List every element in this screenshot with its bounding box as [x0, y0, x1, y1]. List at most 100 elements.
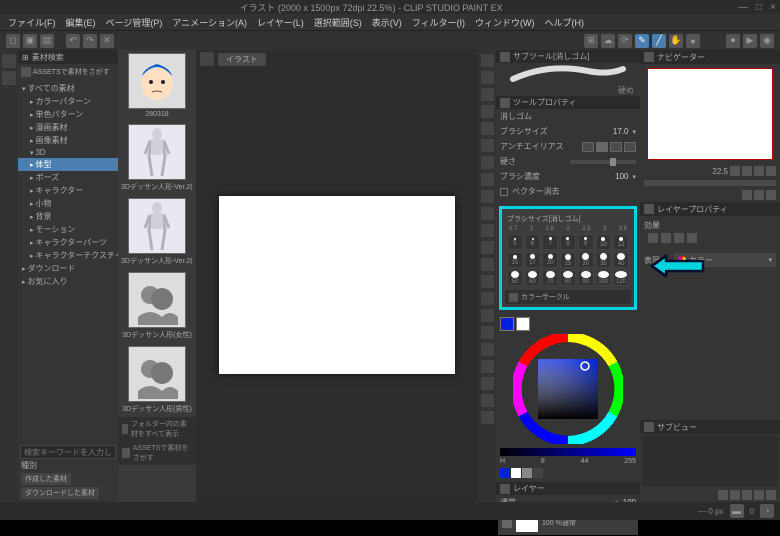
canvas-viewport[interactable] [196, 68, 478, 502]
tree-item[interactable]: カラーパターン [18, 95, 118, 108]
qaccess-icon[interactable] [2, 54, 16, 68]
brushsize-cell[interactable]: 8 [560, 234, 576, 250]
tool-icon-4[interactable] [481, 122, 494, 135]
prop-brushsize[interactable]: ブラシサイズ17.0▾ [500, 124, 636, 139]
save-icon[interactable]: ▤ [40, 34, 54, 48]
tool-icon-8[interactable] [481, 190, 494, 203]
redo-icon[interactable]: ↷ [83, 34, 97, 48]
tree-item[interactable]: 体型 [18, 158, 118, 171]
cloud-icon[interactable]: ☁ [601, 34, 615, 48]
kw-tab-downloaded[interactable]: ダウンロードした素材 [21, 487, 99, 499]
hand-icon[interactable]: ✋ [669, 34, 683, 48]
minimize-icon[interactable]: — [738, 2, 748, 13]
tree-item[interactable]: お気に入り [18, 275, 118, 288]
tool-icon-3[interactable] [481, 105, 494, 118]
folder-all[interactable]: フォルダー内の素材をすべて表示 [118, 417, 196, 441]
brush-tool-icon[interactable]: ✎ [635, 34, 649, 48]
prop-vector[interactable]: ベクター消去 [500, 184, 636, 199]
brushsize-cell[interactable]: 5 [507, 234, 523, 250]
brushsize-cell[interactable]: 20 [542, 252, 558, 268]
brushsize-cell[interactable]: 40 [613, 252, 629, 268]
brushsize-cell[interactable]: 30 [578, 252, 594, 268]
new-icon[interactable]: ◻ [6, 34, 20, 48]
tree-item[interactable]: 3D [18, 147, 118, 158]
sv5-icon[interactable] [766, 490, 776, 500]
tool-icon-13[interactable] [481, 275, 494, 288]
color-wheel[interactable] [513, 334, 623, 444]
menu-layer[interactable]: レイヤー(L) [253, 16, 308, 29]
close-icon[interactable]: × [770, 2, 776, 13]
brushsize-cell[interactable]: 6 [525, 234, 541, 250]
tool-icon-20[interactable] [481, 394, 494, 407]
prev-tab-icon[interactable] [200, 52, 214, 66]
tool-icon-10[interactable] [481, 224, 494, 237]
material-thumb[interactable]: 280318 [118, 50, 196, 121]
tool-icon-17[interactable] [481, 343, 494, 356]
brushsize-cell[interactable]: 17 [525, 252, 541, 268]
sv1-icon[interactable] [718, 490, 728, 500]
tool-icon-15[interactable] [481, 309, 494, 322]
tool-icon-2[interactable] [481, 88, 494, 101]
play-icon[interactable]: ▶ [743, 34, 757, 48]
fx1-icon[interactable] [648, 233, 658, 243]
maximize-icon[interactable]: □ [756, 2, 762, 13]
zoom-slider[interactable] [644, 180, 776, 186]
brush2-icon[interactable]: ╱ [652, 34, 666, 48]
brushsize-cell[interactable]: 35 [596, 252, 612, 268]
fx4-icon[interactable] [687, 233, 697, 243]
tool-icon-0[interactable] [481, 54, 494, 67]
menu-edit[interactable]: 編集(E) [62, 16, 100, 29]
rotate-icon[interactable] [766, 166, 776, 176]
bg-swatch[interactable] [516, 317, 530, 331]
rot-r-icon[interactable] [754, 190, 764, 200]
open-icon[interactable]: ▣ [23, 34, 37, 48]
subview-area[interactable] [642, 436, 778, 486]
cmdbar-icon[interactable] [2, 71, 16, 85]
rec-icon[interactable]: ⏺ [726, 34, 740, 48]
tree-item[interactable]: キャラクターテクスチャ [18, 249, 118, 262]
tool-icon-7[interactable] [481, 173, 494, 186]
prop-density[interactable]: ブラシ濃度100▾ [500, 169, 636, 184]
tree-item[interactable]: 背景 [18, 210, 118, 223]
brushsize-cell[interactable]: 15 [507, 252, 523, 268]
tree-item[interactable]: 画像素材 [18, 134, 118, 147]
menu-file[interactable]: ファイル(F) [4, 16, 60, 29]
fit-icon[interactable] [754, 166, 764, 176]
tree-item[interactable]: 単色パターン [18, 108, 118, 121]
brushsize-cell[interactable]: 70 [542, 270, 558, 286]
sv4-icon[interactable] [754, 490, 764, 500]
tool-icon-14[interactable] [481, 292, 494, 305]
tree-item[interactable]: モーション [18, 223, 118, 236]
menu-window[interactable]: ウィンドウ(W) [471, 16, 539, 29]
sv3-icon[interactable] [742, 490, 752, 500]
tool-icon-16[interactable] [481, 326, 494, 339]
sv2-icon[interactable] [730, 490, 740, 500]
menu-filter[interactable]: フィルター(I) [408, 16, 469, 29]
material-search[interactable]: ASSETSで素材をさがす [18, 64, 118, 80]
brushsize-cell[interactable]: 100 [596, 270, 612, 286]
tree-item[interactable]: キャラクター [18, 184, 118, 197]
flip-icon[interactable] [766, 190, 776, 200]
drop-icon[interactable]: ● [686, 34, 700, 48]
tree-item[interactable]: キャラクターパーツ [18, 236, 118, 249]
tree-item[interactable]: ポーズ [18, 171, 118, 184]
brushsize-cell[interactable]: 120 [613, 270, 629, 286]
color-slider[interactable] [500, 448, 636, 456]
brushsize-cell[interactable]: 7 [542, 234, 558, 250]
tool-icon-1[interactable] [481, 71, 494, 84]
material-thumb[interactable]: 3Dデッサン人形-Ver.2(女性) [118, 195, 196, 269]
tree-item[interactable]: すべての素材 [18, 82, 118, 95]
mini-palette[interactable] [500, 468, 543, 478]
assets-search[interactable]: ASSETSで素材をさがす [118, 441, 196, 465]
canvas-tab[interactable]: イラスト [218, 53, 266, 66]
menu-view[interactable]: 表示(V) [368, 16, 406, 29]
launcher-icon[interactable]: ⊞ [584, 34, 598, 48]
canvas[interactable] [219, 196, 455, 374]
material-thumb[interactable]: 3Dデッサン人形-Ver.2(男性) [118, 121, 196, 195]
tool-icon-6[interactable] [481, 156, 494, 169]
menu-select[interactable]: 選択範囲(S) [310, 16, 366, 29]
kw-tab-created[interactable]: 作成した素材 [21, 473, 71, 485]
tree-item[interactable]: ダウンロード [18, 262, 118, 275]
nav-preview[interactable] [647, 68, 773, 160]
brushsize-cell[interactable]: 80 [560, 270, 576, 286]
